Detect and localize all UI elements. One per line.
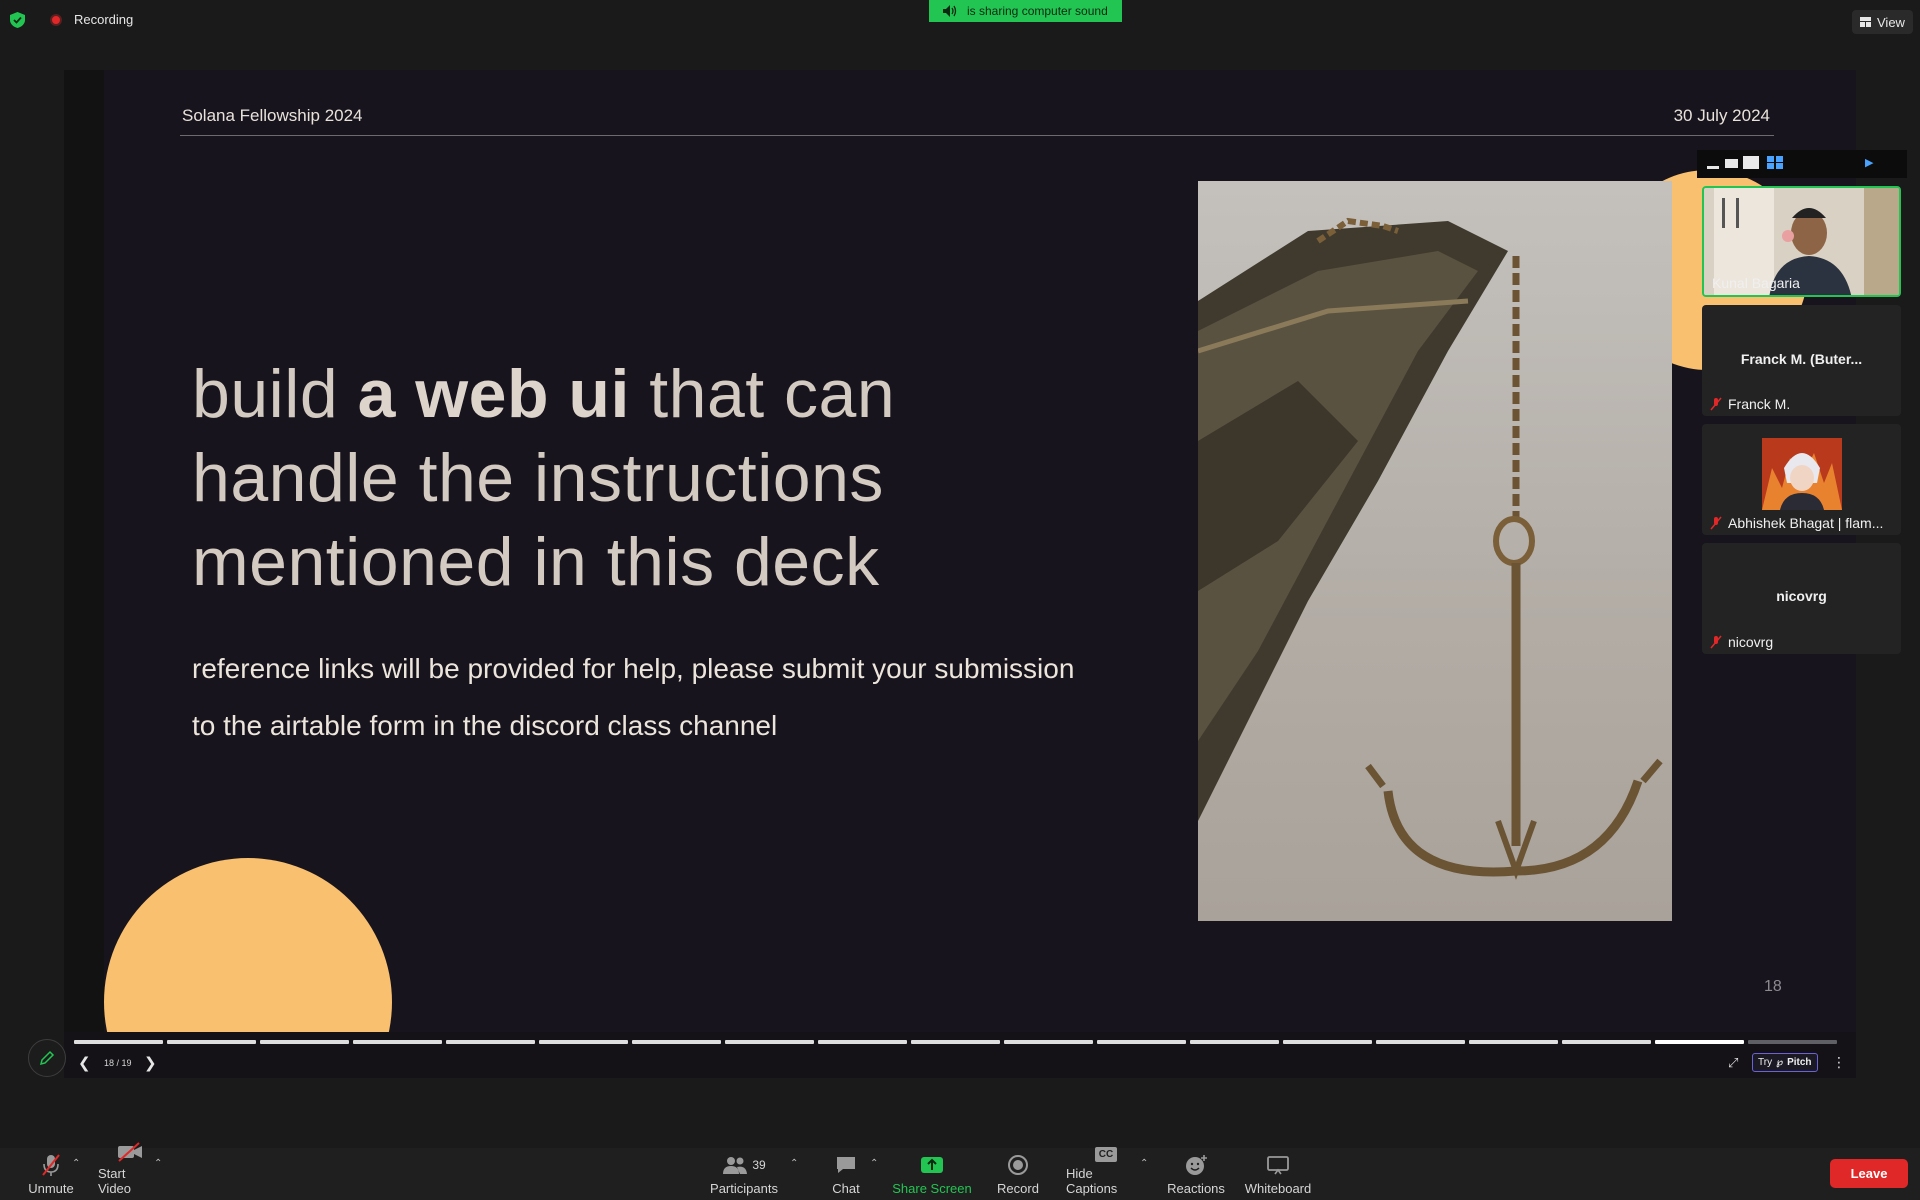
participant-tile[interactable]: Abhishek Bhagat | flam... xyxy=(1702,424,1901,535)
participants-icon xyxy=(723,1157,748,1174)
anchor-photo xyxy=(1198,181,1672,921)
try-label: Try xyxy=(1758,1057,1773,1068)
chat-icon xyxy=(837,1157,855,1173)
reactions-button[interactable]: Reactions xyxy=(1166,1152,1226,1196)
participants-button[interactable]: 39 Participants xyxy=(708,1152,780,1196)
headline-bold: a web ui xyxy=(357,356,630,432)
presentation-slide: Solana Fellowship 2024 30 July 2024 buil… xyxy=(104,70,1856,1032)
progress-segment[interactable] xyxy=(1376,1040,1465,1044)
muted-mic-icon xyxy=(1710,397,1722,411)
recording-indicator-icon xyxy=(50,14,62,26)
fullscreen-icon[interactable]: ⤢ xyxy=(1728,1055,1738,1071)
participant-name: Abhishek Bhagat | flam... xyxy=(1710,515,1883,531)
sharing-sound-text: is sharing computer sound xyxy=(967,4,1108,18)
leave-button[interactable]: Leave xyxy=(1830,1159,1908,1188)
video-off-icon xyxy=(118,1142,142,1162)
slide-headline: build a web ui that can handle the instr… xyxy=(192,352,1092,604)
pitch-logo-icon: ℘ xyxy=(1776,1057,1784,1068)
participant-avatar xyxy=(1762,438,1842,510)
decorative-circle-bottom xyxy=(104,858,392,1032)
progress-segment[interactable] xyxy=(1004,1040,1093,1044)
page-indicator: 18 / 19 xyxy=(104,1058,132,1068)
slide-subtext: reference links will be provided for hel… xyxy=(192,653,1075,741)
grid-icon xyxy=(1860,17,1871,27)
gallery-grid-icon[interactable] xyxy=(1767,156,1783,169)
gallery-toolbar: ▶ xyxy=(1697,150,1907,178)
progress-segment[interactable] xyxy=(74,1040,163,1044)
recording-label: Recording xyxy=(74,12,134,27)
annotate-pen-button[interactable] xyxy=(28,1039,66,1077)
deck-name: Solana Fellowship 2024 xyxy=(182,106,363,125)
slide-number: 18 xyxy=(1764,978,1782,995)
minimize-panel-icon[interactable] xyxy=(1707,166,1719,169)
slide-progress-bar[interactable] xyxy=(74,1040,1837,1044)
progress-segment[interactable] xyxy=(1283,1040,1372,1044)
next-slide-icon[interactable]: ❯ xyxy=(144,1054,157,1072)
view-label: View xyxy=(1877,14,1905,30)
shield-icon xyxy=(10,12,25,28)
progress-segment[interactable] xyxy=(1655,1040,1744,1044)
progress-segment[interactable] xyxy=(911,1040,1000,1044)
participant-tile[interactable]: Franck M. (Buter... Franck M. xyxy=(1702,305,1901,416)
progress-segment[interactable] xyxy=(1097,1040,1186,1044)
muted-mic-icon xyxy=(42,1154,60,1176)
large-view-icon[interactable] xyxy=(1743,156,1759,169)
chat-options-caret-icon[interactable]: ⌃ xyxy=(870,1158,878,1169)
reactions-icon xyxy=(1186,1155,1207,1175)
start-video-button[interactable]: Start Video xyxy=(98,1142,162,1196)
whiteboard-button[interactable]: Whiteboard xyxy=(1244,1152,1312,1196)
record-button[interactable]: Record xyxy=(994,1152,1042,1196)
unmute-button[interactable]: Unmute xyxy=(26,1152,76,1196)
participants-options-caret-icon[interactable]: ⌃ xyxy=(790,1158,798,1169)
progress-segment[interactable] xyxy=(353,1040,442,1044)
record-icon xyxy=(1008,1155,1028,1175)
progress-segment[interactable] xyxy=(818,1040,907,1044)
participant-center-name: Franck M. (Buter... xyxy=(1740,351,1863,367)
progress-segment[interactable] xyxy=(1748,1040,1837,1044)
participant-name: nicovrg xyxy=(1710,634,1773,650)
hide-captions-button[interactable]: CC Hide Captions xyxy=(1066,1147,1146,1196)
meeting-controls-bar: Unmute ⌃ Start Video ⌃ 39 Participants ⌃… xyxy=(0,1142,1920,1200)
view-button[interactable]: View xyxy=(1852,10,1913,34)
participant-tile[interactable]: Kunal Bagaria xyxy=(1702,186,1901,297)
headline-part-1: build xyxy=(192,356,358,432)
progress-segment[interactable] xyxy=(1190,1040,1279,1044)
progress-segment[interactable] xyxy=(1469,1040,1558,1044)
pitch-navigation-bar: ❮ 18 / 19 ❯ ⤢ Try ℘ Pitch ⋮ xyxy=(64,1032,1856,1078)
whiteboard-icon xyxy=(1267,1156,1289,1175)
pitch-label: Pitch xyxy=(1787,1057,1812,1068)
share-screen-icon xyxy=(921,1157,943,1173)
speaker-icon xyxy=(943,5,957,17)
participant-tile[interactable]: nicovrg nicovrg xyxy=(1702,543,1901,654)
try-pitch-button[interactable]: Try ℘ Pitch xyxy=(1752,1053,1818,1072)
video-options-caret-icon[interactable]: ⌃ xyxy=(154,1158,162,1169)
previous-slide-icon[interactable]: ❮ xyxy=(78,1054,91,1072)
progress-segment[interactable] xyxy=(725,1040,814,1044)
header-divider xyxy=(180,135,1774,136)
progress-segment[interactable] xyxy=(446,1040,535,1044)
progress-segment[interactable] xyxy=(167,1040,256,1044)
progress-segment[interactable] xyxy=(1562,1040,1651,1044)
pen-icon xyxy=(39,1050,55,1066)
audio-options-caret-icon[interactable]: ⌃ xyxy=(72,1158,80,1169)
captions-options-caret-icon[interactable]: ⌃ xyxy=(1140,1158,1148,1169)
muted-mic-icon xyxy=(1710,635,1722,649)
participant-center-name: nicovrg xyxy=(1776,588,1827,604)
share-screen-button[interactable]: Share Screen xyxy=(892,1152,972,1196)
more-options-icon[interactable]: ⋮ xyxy=(1832,1054,1846,1071)
next-page-icon[interactable]: ▶ xyxy=(1865,156,1873,169)
participants-count: 39 xyxy=(752,1158,766,1172)
progress-segment[interactable] xyxy=(632,1040,721,1044)
progress-segment[interactable] xyxy=(539,1040,628,1044)
sharing-sound-banner: is sharing computer sound xyxy=(929,0,1122,22)
muted-mic-icon xyxy=(1710,516,1722,530)
slide-date: 30 July 2024 xyxy=(1673,106,1770,125)
participant-name: Franck M. xyxy=(1710,396,1790,412)
small-view-icon[interactable] xyxy=(1725,159,1738,168)
participant-name: Kunal Bagaria xyxy=(1712,275,1800,291)
captions-icon: CC xyxy=(1094,1147,1118,1162)
progress-segment[interactable] xyxy=(260,1040,349,1044)
chat-button[interactable]: Chat xyxy=(826,1152,866,1196)
